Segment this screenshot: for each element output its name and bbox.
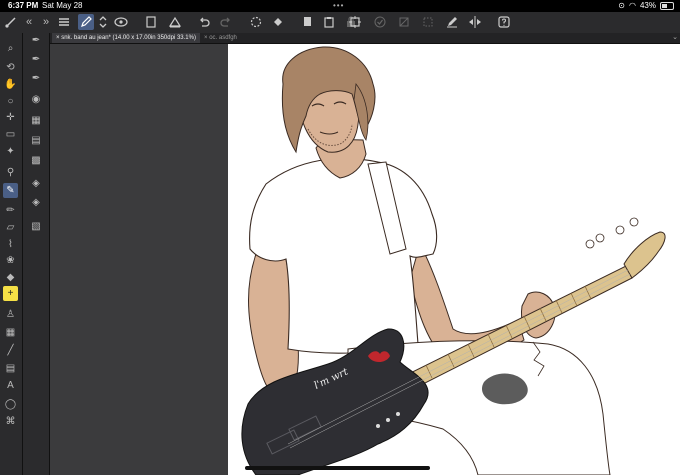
pencil-edit-icon[interactable] — [444, 14, 460, 30]
command-bar: « » — [0, 12, 680, 34]
deselect-icon[interactable] — [396, 14, 412, 30]
stamp-icon[interactable]: ♙ — [3, 307, 18, 322]
sub-tool-pen-icon[interactable]: ✒ — [28, 33, 44, 49]
pencil-icon[interactable]: ✏ — [3, 203, 18, 218]
tab-close-icon[interactable]: × — [204, 35, 208, 41]
tool-palette: ⌕ ⟲ ✋ ○ ✛ ▭ ✦ ⚲ ✎ ✏ ▱ ⌇ ❀ ◆ ♨ + ♙ ▦ ╱ ▤ … — [0, 33, 23, 475]
eyedropper-icon[interactable]: ⚲ — [3, 165, 18, 180]
line-icon[interactable]: ╱ — [3, 343, 18, 358]
balloon-icon[interactable]: ◯ — [3, 397, 18, 412]
brush-icon[interactable]: ⌇ — [3, 237, 18, 252]
orientation-lock-icon: ⊙ — [618, 1, 625, 10]
collapse-tabs-icon[interactable]: ⌄ — [672, 33, 678, 43]
pen-icon[interactable]: ✎ — [3, 183, 18, 198]
navigator-icon[interactable]: ▧ — [28, 219, 44, 235]
highlight-tool-icon[interactable]: + — [3, 286, 18, 301]
wifi-icon: ◠ — [629, 1, 636, 10]
magic-wand-icon[interactable]: ✦ — [3, 144, 18, 159]
save-icon[interactable] — [167, 14, 183, 30]
tuning-pegs — [585, 217, 639, 249]
decoration-icon[interactable]: ❀ — [3, 253, 18, 268]
home-indicator — [245, 466, 430, 470]
pen-tool-icon[interactable] — [78, 14, 94, 30]
tab-label: snk. band au jean* (14.00 x 17.00in 350d… — [61, 35, 196, 41]
flip-horizontal-icon[interactable] — [467, 14, 483, 30]
gradient-icon[interactable]: ▦ — [3, 325, 18, 340]
transform-icon[interactable] — [347, 14, 363, 30]
status-bar: 6:37 PM Sat May 28 ••• ⊙ ◠ 43% — [0, 0, 680, 12]
invert-selection-icon[interactable] — [420, 14, 436, 30]
lasso-icon[interactable]: ○ — [3, 94, 18, 109]
help-icon[interactable] — [496, 14, 512, 30]
check-icon[interactable] — [372, 14, 388, 30]
color-wheel-icon[interactable]: ◉ — [28, 92, 44, 108]
select-rect-icon[interactable]: ▭ — [3, 127, 18, 142]
brush-size-icon[interactable] — [3, 14, 19, 30]
collapse-left-icon[interactable]: « — [21, 14, 37, 30]
zoom-rotate-icon[interactable]: ⟲ — [3, 60, 18, 75]
battery-icon — [660, 2, 674, 10]
fill-icon[interactable] — [270, 14, 286, 30]
guitar-headstock — [623, 231, 666, 279]
paste-icon[interactable] — [321, 14, 337, 30]
multitask-dots[interactable]: ••• — [333, 0, 344, 12]
intermediate-color-icon[interactable]: ▩ — [28, 153, 44, 169]
sub-tool-marker-icon[interactable]: ✒ — [28, 71, 44, 87]
tab-oc-asdfgh[interactable]: × oc. asdfgh — [200, 33, 241, 43]
color-history-icon[interactable]: ▤ — [28, 133, 44, 149]
frame-icon[interactable]: ▤ — [3, 361, 18, 376]
layer-property-icon[interactable]: ◈ — [28, 195, 44, 211]
sub-tool-palette: ✒ ✒ ✒ ◉ ▦ ▤ ▩ ◈ ◈ ▧ — [23, 33, 50, 475]
clear-icon[interactable] — [248, 14, 264, 30]
color-set-icon[interactable]: ▦ — [28, 113, 44, 129]
sub-tool-gpen-icon[interactable]: ✒ — [28, 52, 44, 68]
hand-icon[interactable]: ✋ — [3, 77, 18, 92]
status-time: 6:37 PM — [8, 1, 39, 10]
fill-bucket-icon[interactable]: ◆ — [3, 270, 18, 285]
copy-icon[interactable] — [299, 14, 315, 30]
tab-label: oc. asdfgh — [209, 35, 237, 41]
battery-percent: 43% — [639, 1, 656, 10]
tab-close-icon[interactable]: × — [56, 35, 60, 41]
layer-icon[interactable]: ◈ — [28, 176, 44, 192]
text-icon[interactable]: A — [3, 378, 18, 393]
tab-snk-band-au-jean[interactable]: × snk. band au jean* (14.00 x 17.00in 35… — [52, 33, 200, 43]
artwork: l'm wrt — [241, 46, 666, 475]
expand-right-icon[interactable]: » — [38, 14, 54, 30]
redo-icon[interactable] — [218, 14, 234, 30]
drawing-canvas[interactable]: l'm wrt — [228, 44, 680, 475]
undo-icon[interactable] — [196, 14, 212, 30]
zoom-icon[interactable]: ⌕ — [3, 41, 18, 56]
document-tabbar: × snk. band au jean* (14.00 x 17.00in 35… — [50, 33, 680, 44]
chevron-updown-icon[interactable] — [95, 14, 111, 30]
menu-icon[interactable] — [56, 14, 72, 30]
ruler-icon[interactable]: ⌘ — [3, 414, 18, 429]
move-icon[interactable]: ✛ — [3, 110, 18, 125]
status-right: ⊙ ◠ 43% — [618, 0, 674, 12]
status-date: Sat May 28 — [42, 1, 83, 10]
new-document-icon[interactable] — [143, 14, 159, 30]
eraser-icon[interactable]: ▱ — [3, 220, 18, 235]
eye-icon[interactable] — [113, 14, 129, 30]
